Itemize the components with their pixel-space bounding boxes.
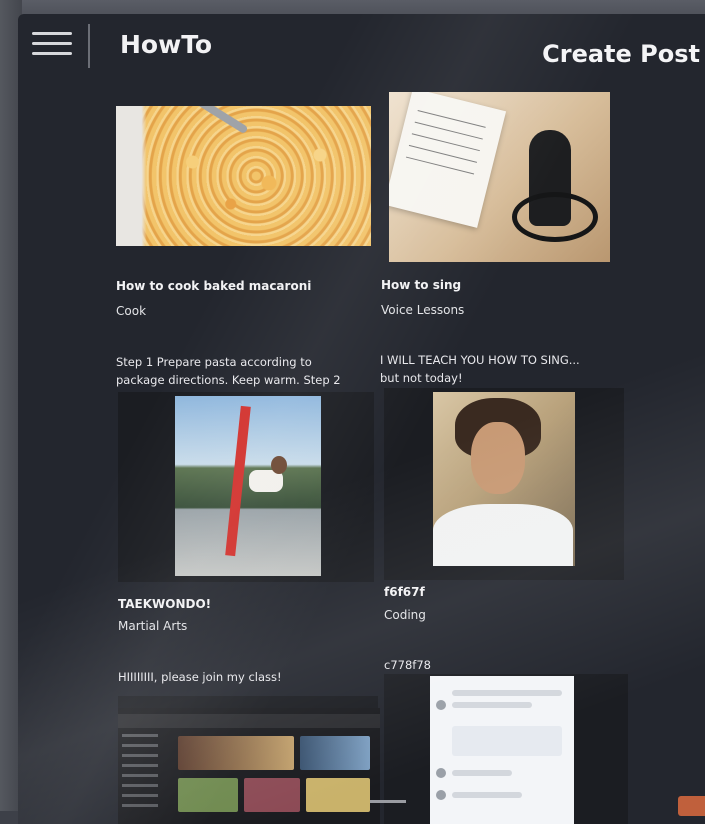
app-title: HowTo [120,30,213,59]
post-category: Voice Lessons [381,303,465,317]
post-title[interactable]: f6f67f [384,585,425,599]
post-description: c778f78 [384,658,431,672]
create-post-button[interactable]: Create Post [542,40,700,68]
hamburger-menu-icon[interactable] [32,30,72,58]
taekwondo-kick-photo[interactable] [175,396,321,576]
post-category: Cook [116,304,147,318]
taskbar-chip [678,796,705,816]
top-header: HowTo Create Post [18,14,705,84]
portrait-photo[interactable] [433,392,575,566]
post-title[interactable]: How to cook baked macaroni [116,279,311,293]
scroll-indicator [370,800,406,803]
post-category: Coding [384,608,426,622]
post-description-line: but not today! [380,371,463,385]
post-title[interactable]: How to sing [381,278,461,292]
chat-app-screenshot[interactable] [430,676,574,824]
post-description-line: I WILL TEACH YOU HOW TO SING... [380,353,580,367]
post-description-line: Step 1 Prepare pasta according to [116,355,312,369]
post-description: HIIIIIIII, please join my class! [118,670,282,684]
app-screen: HowTo Create Post How to cook baked maca… [18,14,705,824]
microphone-photo[interactable] [389,92,610,262]
post-title[interactable]: TAEKWONDO! [118,597,211,611]
post-category: Martial Arts [118,619,188,633]
header-divider [88,24,90,68]
post-description-line: package directions. Keep warm. Step 2 [116,373,341,387]
video-site-screenshot[interactable] [118,708,380,824]
baked-macaroni-photo[interactable] [116,106,371,246]
